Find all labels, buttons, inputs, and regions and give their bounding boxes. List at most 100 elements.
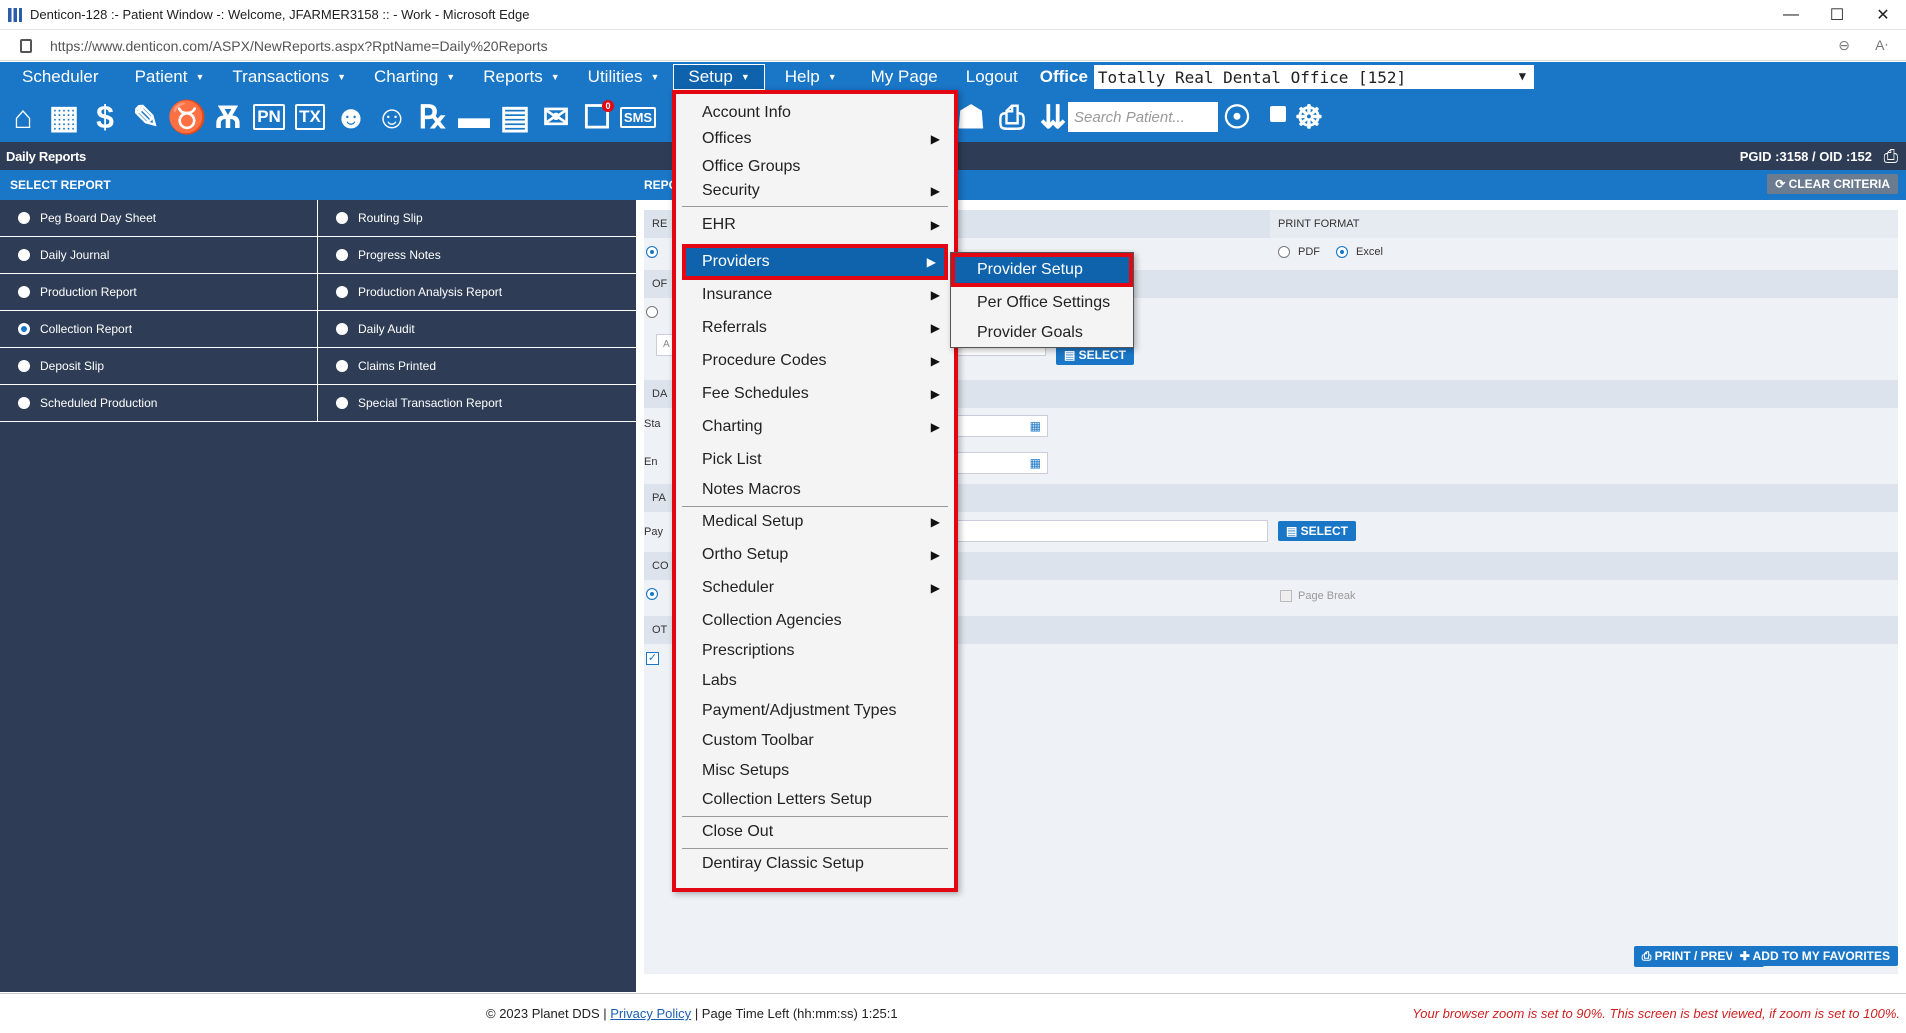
report-option[interactable]: Peg Board Day Sheet: [0, 200, 318, 237]
setup-item-close-out[interactable]: Close Out: [682, 817, 948, 847]
rx-icon[interactable]: ℞: [416, 98, 450, 136]
message-icon[interactable]: ☐ 0: [580, 98, 614, 136]
setup-item-ortho-setup[interactable]: Ortho Setup ▶: [682, 540, 948, 570]
radio-icon[interactable]: [336, 397, 348, 409]
payer-select-button[interactable]: ▤ SELECT: [1278, 521, 1357, 541]
home-icon[interactable]: ⌂: [6, 98, 40, 136]
setup-item-custom-toolbar[interactable]: Custom Toolbar: [682, 726, 948, 756]
radio-icon[interactable]: [18, 249, 30, 261]
patient-settings-icon[interactable]: ☺: [375, 98, 409, 136]
excel-radio[interactable]: [1336, 246, 1348, 258]
setup-item-charting[interactable]: Charting ▶: [682, 412, 948, 442]
radio-selected-icon[interactable]: [18, 323, 30, 335]
menu-my-page[interactable]: My Page: [857, 62, 952, 92]
dollar-icon[interactable]: $: [88, 98, 122, 136]
setup-item-ehr[interactable]: EHR ▶: [682, 210, 948, 240]
add-to-favorites-button[interactable]: ✚ ADD TO MY FAVORITES: [1731, 946, 1898, 966]
menu-utilities[interactable]: Utilities ▼: [574, 62, 674, 92]
address-bar[interactable]: https://www.denticon.com/ASPX/NewReports…: [0, 31, 1906, 61]
calendar-icon[interactable]: ▦: [1030, 419, 1041, 433]
page-break-checkbox[interactable]: [1280, 590, 1292, 602]
report-option[interactable]: Scheduled Production: [0, 385, 318, 422]
setup-item-providers[interactable]: Providers ▶: [682, 244, 948, 280]
report-option[interactable]: Progress Notes: [318, 237, 636, 274]
setup-item-scheduler[interactable]: Scheduler ▶: [682, 573, 948, 603]
radio-icon[interactable]: [336, 323, 348, 335]
menu-logout[interactable]: Logout: [952, 62, 1032, 92]
setup-item-pick-list[interactable]: Pick List: [682, 445, 948, 475]
patient-group-icon[interactable]: ☗: [954, 98, 988, 136]
menu-transactions[interactable]: Transactions ▼: [218, 62, 360, 92]
setup-item-referrals[interactable]: Referrals ▶: [682, 313, 948, 343]
family-icon[interactable]: ☸: [1292, 98, 1326, 136]
radio-icon[interactable]: [646, 306, 658, 318]
menu-setup[interactable]: Setup ▼: [673, 64, 765, 90]
office-select[interactable]: Totally Real Dental Office [152] ▼: [1093, 65, 1534, 89]
menu-reports[interactable]: Reports ▼: [469, 62, 573, 92]
report-option[interactable]: Collection Report: [0, 311, 318, 348]
radio-selected-icon[interactable]: [646, 588, 658, 600]
radio-icon[interactable]: [336, 212, 348, 224]
menu-patient[interactable]: Patient ▼: [121, 62, 219, 92]
print-page-icon[interactable]: ⎙: [1884, 146, 1898, 167]
pn-icon[interactable]: PN: [252, 98, 286, 136]
office-select-button[interactable]: ▤ SELECT: [1056, 345, 1135, 365]
radio-icon[interactable]: [18, 286, 30, 298]
provider-setup-item[interactable]: Provider Setup: [951, 253, 1133, 287]
patient-search-icon[interactable]: ☉: [1220, 98, 1254, 136]
read-aloud-icon[interactable]: Aᐧ: [1875, 37, 1888, 54]
download-icon[interactable]: ⇊: [1036, 98, 1070, 136]
setup-item-collection-letters-setup[interactable]: Collection Letters Setup: [682, 785, 948, 815]
report-option[interactable]: Claims Printed: [318, 348, 636, 385]
maximize-button[interactable]: ☐: [1814, 0, 1860, 30]
notes-icon[interactable]: ▬: [457, 98, 491, 136]
radio-icon[interactable]: [336, 360, 348, 372]
radio-icon[interactable]: [18, 397, 30, 409]
setup-item-notes-macros[interactable]: Notes Macros: [682, 475, 948, 505]
provider-goals-item[interactable]: Provider Goals: [951, 319, 1133, 347]
setup-item-offices[interactable]: Offices ▶: [682, 124, 948, 154]
setup-item-collection-agencies[interactable]: Collection Agencies: [682, 606, 948, 636]
setup-item-dentiray-classic-setup[interactable]: Dentiray Classic Setup: [682, 849, 948, 879]
setup-item-fee-schedules[interactable]: Fee Schedules ▶: [682, 379, 948, 409]
per-office-settings-item[interactable]: Per Office Settings: [951, 289, 1133, 317]
radio-selected-icon[interactable]: [646, 246, 658, 258]
edit-notes-icon[interactable]: ✎: [129, 98, 163, 136]
radio-icon[interactable]: [336, 249, 348, 261]
printer-icon[interactable]: ⎙: [995, 98, 1029, 136]
pdf-radio[interactable]: [1278, 246, 1290, 258]
report-option[interactable]: Routing Slip: [318, 200, 636, 237]
menu-charting[interactable]: Charting ▼: [360, 62, 469, 92]
radio-icon[interactable]: [18, 360, 30, 372]
report-option[interactable]: Daily Journal: [0, 237, 318, 274]
report-option[interactable]: Production Report: [0, 274, 318, 311]
setup-item-procedure-codes[interactable]: Procedure Codes ▶: [682, 346, 948, 376]
close-button[interactable]: ✕: [1860, 0, 1906, 30]
add-patient-icon[interactable]: ☻: [334, 98, 368, 136]
setup-item-prescriptions[interactable]: Prescriptions: [682, 636, 948, 666]
calendar-icon[interactable]: ▦: [47, 98, 81, 136]
radio-icon[interactable]: [336, 286, 348, 298]
privacy-policy-link[interactable]: Privacy Policy: [610, 1006, 691, 1021]
clear-criteria-button[interactable]: ⟳ CLEAR CRITERIA: [1767, 174, 1898, 194]
menu-scheduler[interactable]: Scheduler: [0, 62, 113, 92]
url-text[interactable]: https://www.denticon.com/ASPX/NewReports…: [50, 38, 548, 54]
setup-item-insurance[interactable]: Insurance ▶: [682, 280, 948, 310]
tooth-icon[interactable]: ♉: [167, 98, 207, 136]
report-option[interactable]: Deposit Slip: [0, 348, 318, 385]
setup-item-labs[interactable]: Labs: [682, 666, 948, 696]
minimize-button[interactable]: —: [1768, 0, 1814, 30]
toolbar-checkbox[interactable]: [1270, 106, 1286, 122]
payer-input[interactable]: [956, 520, 1268, 542]
search-patient-input[interactable]: Search Patient...: [1068, 102, 1218, 132]
email-icon[interactable]: ✉: [539, 98, 573, 136]
sms-icon[interactable]: SMS: [619, 98, 657, 136]
setup-item-security[interactable]: Security ▶: [682, 176, 948, 206]
report-option[interactable]: Production Analysis Report: [318, 274, 636, 311]
start-date-input[interactable]: ▦: [956, 415, 1048, 437]
setup-item-misc-setups[interactable]: Misc Setups: [682, 756, 948, 786]
zoom-icon[interactable]: ⊖: [1838, 37, 1850, 54]
report-option[interactable]: Daily Audit: [318, 311, 636, 348]
tooth-chart-icon[interactable]: Ѫ: [211, 98, 245, 136]
tx-icon[interactable]: TX: [293, 98, 327, 136]
